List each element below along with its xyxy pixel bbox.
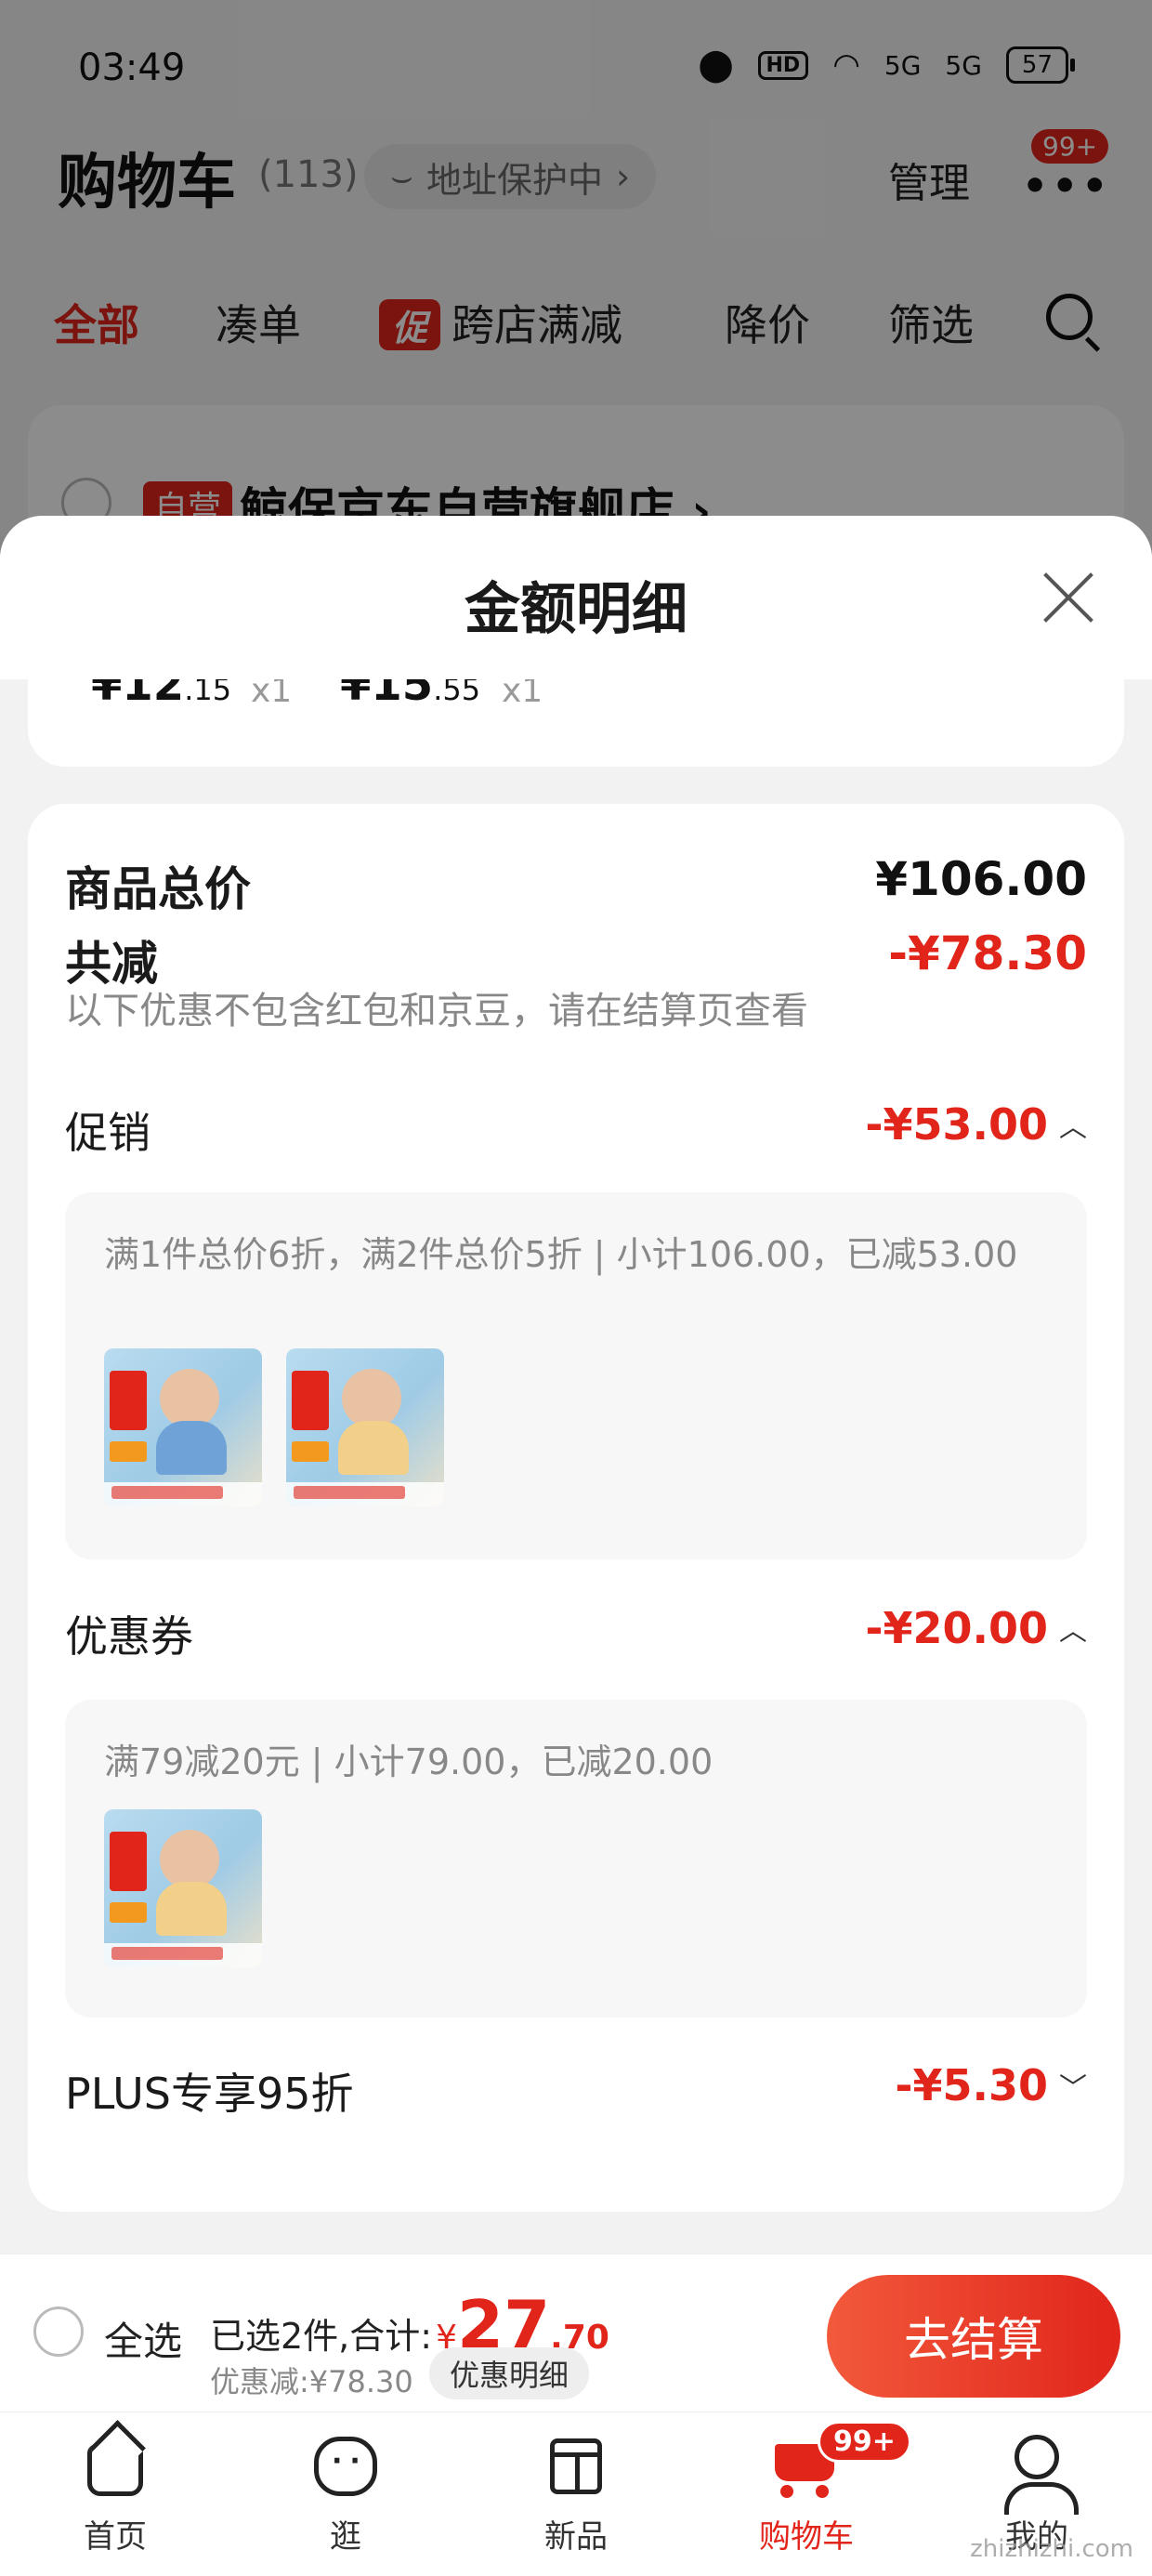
amount-detail-sheet: 金额明细 ¥12.15 x1 ¥15.55 x1 商品总价 ¥106.00 共减… xyxy=(0,516,1152,2254)
coupon-label: 优惠券 xyxy=(65,1611,193,1662)
chevron-up-icon: ︿ xyxy=(1059,1615,1087,1648)
sheet-title: 金额明细 xyxy=(465,577,687,642)
amount-detail-card: 商品总价 ¥106.00 共减 -¥78.30 以下优惠不包含红包和京豆，请在结… xyxy=(28,804,1124,2212)
promo-detail-text: 满1件总价6折，满2件总价5折 | 小计106.00，已减53.00 xyxy=(104,1234,1018,1275)
item-qty: x1 xyxy=(502,679,543,710)
plus-value: -¥5.30 xyxy=(895,2060,1048,2110)
coupon-value: -¥20.00 xyxy=(865,1603,1048,1653)
item-price: ¥15.55 xyxy=(340,679,481,711)
discount-detail-button[interactable]: 优惠明细 xyxy=(429,2347,590,2399)
product-thumbnail[interactable] xyxy=(104,1348,262,1506)
close-icon[interactable] xyxy=(1041,570,1096,625)
items-peek-card: ¥12.15 x1 ¥15.55 x1 xyxy=(28,679,1124,767)
coupon-toggle[interactable]: -¥20.00 ︿ xyxy=(865,1603,1087,1653)
profile-icon xyxy=(1001,2431,1079,2515)
selected-text: 已选2件,合计: xyxy=(210,2316,433,2357)
cube-icon xyxy=(541,2431,611,2502)
promo-detail-box: 满1件总价6折，满2件总价5折 | 小计106.00，已减53.00 xyxy=(65,1192,1087,1559)
total-value: ¥106.00 xyxy=(875,852,1087,906)
reduce-value: -¥78.30 xyxy=(888,927,1087,980)
checkout-bar: 全选 已选2件,合计: ¥ 27 .70 优惠减:¥78.30 优惠明细 去结算 xyxy=(0,2254,1152,2412)
promo-label: 促销 xyxy=(65,1108,151,1158)
home-icon xyxy=(80,2431,151,2502)
promo-toggle[interactable]: -¥53.00 ︿ xyxy=(865,1099,1087,1150)
watermark: zhizhizhi.com xyxy=(970,2535,1133,2563)
tab-label: 新品 xyxy=(544,2518,608,2556)
chevron-up-icon: ︿ xyxy=(1059,1111,1087,1144)
tab-label: 首页 xyxy=(84,2518,147,2556)
promo-value: -¥53.00 xyxy=(865,1099,1048,1150)
face-icon xyxy=(310,2431,381,2502)
coupon-detail-text: 满79减20元 | 小计79.00，已减20.00 xyxy=(104,1741,713,1782)
tab-home[interactable]: 首页 xyxy=(41,2431,190,2556)
select-all-checkbox[interactable] xyxy=(33,2307,84,2357)
product-thumbnail[interactable] xyxy=(286,1348,444,1506)
cart-badge: 99+ xyxy=(818,2421,911,2463)
chevron-down-icon: ﹀ xyxy=(1059,2072,1087,2105)
item-price: ¥12.15 xyxy=(91,679,232,711)
tab-browse[interactable]: 逛 xyxy=(271,2431,420,2556)
tab-label: 购物车 xyxy=(759,2518,854,2556)
plus-label: PLUS专享95折 xyxy=(65,2069,354,2119)
tab-new[interactable]: 新品 xyxy=(502,2431,650,2556)
plus-toggle[interactable]: -¥5.30 ﹀ xyxy=(895,2060,1087,2110)
item-qty: x1 xyxy=(251,679,293,710)
saved-amount: 优惠减:¥78.30 xyxy=(210,2364,413,2399)
sheet-header: 金额明细 xyxy=(0,516,1152,679)
reduce-note: 以下优惠不包含红包和京豆，请在结算页查看 xyxy=(65,990,808,1032)
select-all-label[interactable]: 全选 xyxy=(104,2310,182,2367)
tab-label: 逛 xyxy=(330,2518,361,2556)
total-label: 商品总价 xyxy=(65,862,251,916)
checkout-button[interactable]: 去结算 xyxy=(827,2275,1120,2398)
product-thumbnail[interactable] xyxy=(104,1809,262,1967)
coupon-detail-box: 满79减20元 | 小计79.00，已减20.00 xyxy=(65,1700,1087,2017)
